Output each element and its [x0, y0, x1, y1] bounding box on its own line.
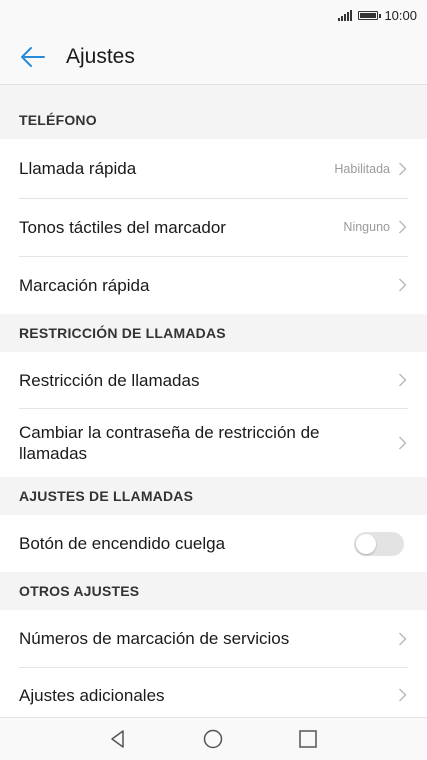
list-item-ajustes-adicionales[interactable]: Ajustes adicionales: [0, 667, 427, 723]
settings-list: TELÉFONO Llamada rápida Habilitada Tonos…: [0, 101, 427, 723]
section-group-telefono: Llamada rápida Habilitada Tonos táctiles…: [0, 139, 427, 314]
item-label: Llamada rápida: [19, 159, 137, 178]
item-label: Tonos táctiles del marcador: [19, 217, 226, 237]
item-value: Ninguno: [343, 220, 390, 234]
back-arrow-icon[interactable]: [18, 45, 46, 69]
section-group-restriccion: Restricción de llamadas Cambiar la contr…: [0, 352, 427, 477]
section-header-telefono: TELÉFONO: [0, 101, 427, 139]
signal-icon: [338, 9, 353, 21]
page-title: Ajustes: [66, 45, 135, 68]
item-label: Marcación rápida: [19, 275, 150, 295]
chevron-right-icon: [399, 278, 407, 292]
section-header-otros-ajustes: OTROS AJUSTES: [0, 572, 427, 610]
battery-icon: [358, 10, 382, 20]
list-item-boton-encendido[interactable]: Botón de encendido cuelga: [0, 515, 427, 572]
navigation-bar: [0, 717, 427, 760]
power-button-ends-call-toggle[interactable]: [354, 531, 404, 556]
section-header-ajustes-llamadas: AJUSTES DE LLAMADAS: [0, 477, 427, 515]
item-value: Habilitada: [334, 161, 390, 176]
item-label: Botón de encendido cuelga: [19, 534, 226, 553]
list-item-llamada-rapida[interactable]: Llamada rápida Habilitada: [0, 139, 427, 198]
chevron-right-icon: [399, 436, 407, 449]
chevron-right-icon: [399, 162, 407, 175]
chevron-right-icon: [399, 373, 407, 387]
app-bar: Ajustes: [0, 30, 427, 85]
list-item-marcacion-rapida[interactable]: Marcación rápida: [0, 256, 427, 314]
status-bar: 10:00: [0, 0, 427, 30]
list-item-numeros-servicios[interactable]: Números de marcación de servicios: [0, 610, 427, 667]
section-group-ajustes-llamadas: Botón de encendido cuelga: [0, 515, 427, 572]
chevron-right-icon: [399, 688, 407, 702]
item-label: Cambiar la contraseña de restricción de …: [19, 422, 320, 463]
list-item-restriccion-llamadas[interactable]: Restricción de llamadas: [0, 352, 427, 408]
section-group-otros-ajustes: Números de marcación de servicios Ajuste…: [0, 610, 427, 723]
item-label: Ajustes adicionales: [19, 685, 165, 705]
status-indicators: 10:00: [338, 7, 417, 23]
chevron-right-icon: [399, 632, 407, 645]
item-label: Restricción de llamadas: [19, 370, 200, 390]
status-time: 10:00: [384, 7, 417, 23]
list-item-tonos-tactiles[interactable]: Tonos táctiles del marcador Ninguno: [0, 198, 427, 256]
nav-recents-icon[interactable]: [297, 728, 319, 750]
nav-home-icon[interactable]: [202, 728, 224, 750]
nav-back-icon[interactable]: [107, 728, 129, 750]
list-item-cambiar-contrasena[interactable]: Cambiar la contraseña de restricción de …: [0, 408, 427, 477]
section-header-restriccion: RESTRICCIÓN DE LLAMADAS: [0, 314, 427, 352]
toggle-knob: [356, 533, 376, 554]
chevron-right-icon: [399, 220, 407, 234]
item-label: Números de marcación de servicios: [19, 629, 290, 648]
